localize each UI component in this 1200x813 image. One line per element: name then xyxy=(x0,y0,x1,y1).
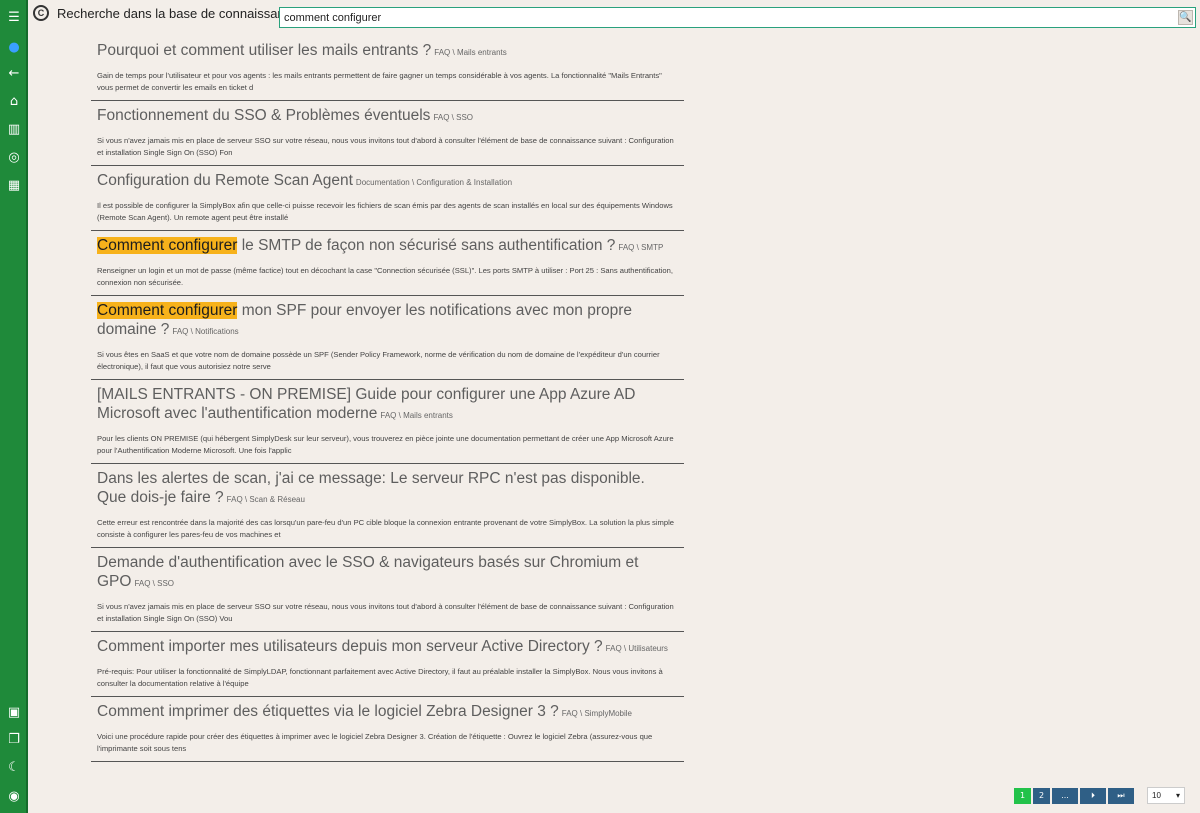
result-title[interactable]: Comment configurer mon SPF pour envoyer … xyxy=(97,301,678,341)
result-category: FAQ \ Mails entrants xyxy=(434,48,507,57)
result-item[interactable]: Pourquoi et comment utiliser les mails e… xyxy=(91,36,684,101)
result-item[interactable]: [MAILS ENTRANTS - ON PREMISE] Guide pour… xyxy=(91,380,684,464)
result-category: FAQ \ Scan & Réseau xyxy=(226,495,305,504)
result-item[interactable]: Demande d'authentification avec le SSO &… xyxy=(91,548,684,632)
result-title[interactable]: [MAILS ENTRANTS - ON PREMISE] Guide pour… xyxy=(97,385,678,425)
result-category: FAQ \ SimplyMobile xyxy=(561,709,633,718)
chevron-down-icon: ▾ xyxy=(1175,791,1180,800)
result-category: FAQ \ SSO xyxy=(433,113,474,122)
book-icon[interactable]: ▥ xyxy=(4,119,24,139)
search-results-list: Pourquoi et comment utiliser les mails e… xyxy=(91,36,684,762)
result-snippet: Si vous êtes en SaaS et que votre nom de… xyxy=(97,350,660,371)
page-button-2[interactable]: 2 xyxy=(1033,787,1050,804)
result-title-text: Configuration du Remote Scan Agent xyxy=(97,172,353,189)
result-category: Documentation \ Configuration & Installa… xyxy=(355,178,513,187)
back-arrow-icon[interactable]: ← xyxy=(4,63,24,83)
result-title-highlight: Comment configurer xyxy=(97,237,238,254)
result-item[interactable]: Comment imprimer des étiquettes via le l… xyxy=(91,697,684,762)
result-category: FAQ \ Mails entrants xyxy=(380,411,453,420)
result-snippet: Si vous n'avez jamais mis en place de se… xyxy=(97,602,674,623)
result-title-text: Fonctionnement du SSO & Problèmes éventu… xyxy=(97,107,431,124)
pagination: 1 2 ... ⏵ ⏭ xyxy=(1014,787,1134,804)
result-snippet: Renseigner un login et un mot de passe (… xyxy=(97,266,673,287)
result-snippet: Pour les clients ON PREMISE (qui héberge… xyxy=(97,434,674,455)
per-page-value: 10 xyxy=(1152,791,1161,800)
search-box: 🔍 xyxy=(279,7,1196,28)
result-category: FAQ \ Notifications xyxy=(172,327,239,336)
grid-icon[interactable]: ▦ xyxy=(4,175,24,195)
result-title-text: Demande d'authentification avec le SSO &… xyxy=(97,554,639,590)
result-title-text: [MAILS ENTRANTS - ON PREMISE] Guide pour… xyxy=(97,386,636,422)
result-title-text: Dans les alertes de scan, j'ai ce messag… xyxy=(97,470,645,506)
home-icon[interactable]: ⌂ xyxy=(4,91,24,111)
result-category: FAQ \ SSO xyxy=(134,579,175,588)
app-logo: C xyxy=(33,5,49,21)
result-title[interactable]: Comment configurer le SMTP de façon non … xyxy=(97,236,678,257)
result-category: FAQ \ SMTP xyxy=(618,243,664,252)
result-title[interactable]: Comment imprimer des étiquettes via le l… xyxy=(97,702,678,723)
result-title[interactable]: Comment importer mes utilisateurs depuis… xyxy=(97,637,678,658)
result-snippet: Voici une procédure rapide pour créer de… xyxy=(97,732,653,753)
result-item[interactable]: Comment configurer mon SPF pour envoyer … xyxy=(91,296,684,380)
result-title-text: le SMTP de façon non sécurisé sans authe… xyxy=(237,237,616,254)
result-title[interactable]: Demande d'authentification avec le SSO &… xyxy=(97,553,678,593)
knowledge-book-icon[interactable]: ▣ xyxy=(4,702,24,722)
sidebar: ☰ ● ← ⌂ ▥ ◎ ▦ ▣ ❐ ☾ ◉ xyxy=(0,0,28,813)
result-item[interactable]: Comment configurer le SMTP de façon non … xyxy=(91,231,684,296)
target-icon[interactable]: ◎ xyxy=(4,147,24,167)
result-title-highlight: Comment configurer xyxy=(97,302,238,319)
result-snippet: Si vous n'avez jamais mis en place de se… xyxy=(97,136,674,157)
result-item[interactable]: Comment importer mes utilisateurs depuis… xyxy=(91,632,684,697)
page-button-1[interactable]: 1 xyxy=(1014,787,1031,804)
result-title-text: Comment importer mes utilisateurs depuis… xyxy=(97,638,603,655)
result-snippet: Cette erreur est rencontrée dans la majo… xyxy=(97,518,674,539)
page-title: Recherche dans la base de connaissance xyxy=(57,6,299,21)
result-category: FAQ \ Utilisateurs xyxy=(605,644,668,653)
result-snippet: Il est possible de configurer la SimplyB… xyxy=(97,201,673,222)
menu-icon[interactable]: ☰ xyxy=(4,7,24,27)
status-dot-icon: ● xyxy=(8,39,20,55)
moon-icon[interactable]: ☾ xyxy=(4,757,24,777)
page-ellipsis-button[interactable]: ... xyxy=(1052,787,1078,804)
result-title-text: Pourquoi et comment utiliser les mails e… xyxy=(97,42,432,59)
result-item[interactable]: Dans les alertes de scan, j'ai ce messag… xyxy=(91,464,684,548)
result-title-text: Comment imprimer des étiquettes via le l… xyxy=(97,703,559,720)
last-page-icon[interactable]: ⏭ xyxy=(1108,787,1134,804)
chat-icon[interactable]: ❐ xyxy=(4,729,24,749)
result-snippet: Pré-requis: Pour utiliser la fonctionnal… xyxy=(97,667,663,688)
search-icon[interactable]: 🔍 xyxy=(1178,10,1193,25)
result-title[interactable]: Pourquoi et comment utiliser les mails e… xyxy=(97,41,678,62)
result-snippet: Gain de temps pour l'utilisateur et pour… xyxy=(97,71,662,92)
result-title[interactable]: Fonctionnement du SSO & Problèmes éventu… xyxy=(97,106,678,127)
result-title[interactable]: Configuration du Remote Scan Agent Docume… xyxy=(97,171,678,192)
result-item[interactable]: Configuration du Remote Scan Agent Docume… xyxy=(91,166,684,231)
user-avatar-icon[interactable]: ◉ xyxy=(4,786,24,806)
per-page-select[interactable]: 10 ▾ xyxy=(1147,787,1185,804)
result-item[interactable]: Fonctionnement du SSO & Problèmes éventu… xyxy=(91,101,684,166)
next-page-icon[interactable]: ⏵ xyxy=(1080,787,1106,804)
result-title[interactable]: Dans les alertes de scan, j'ai ce messag… xyxy=(97,469,678,509)
search-input[interactable] xyxy=(280,8,1175,27)
